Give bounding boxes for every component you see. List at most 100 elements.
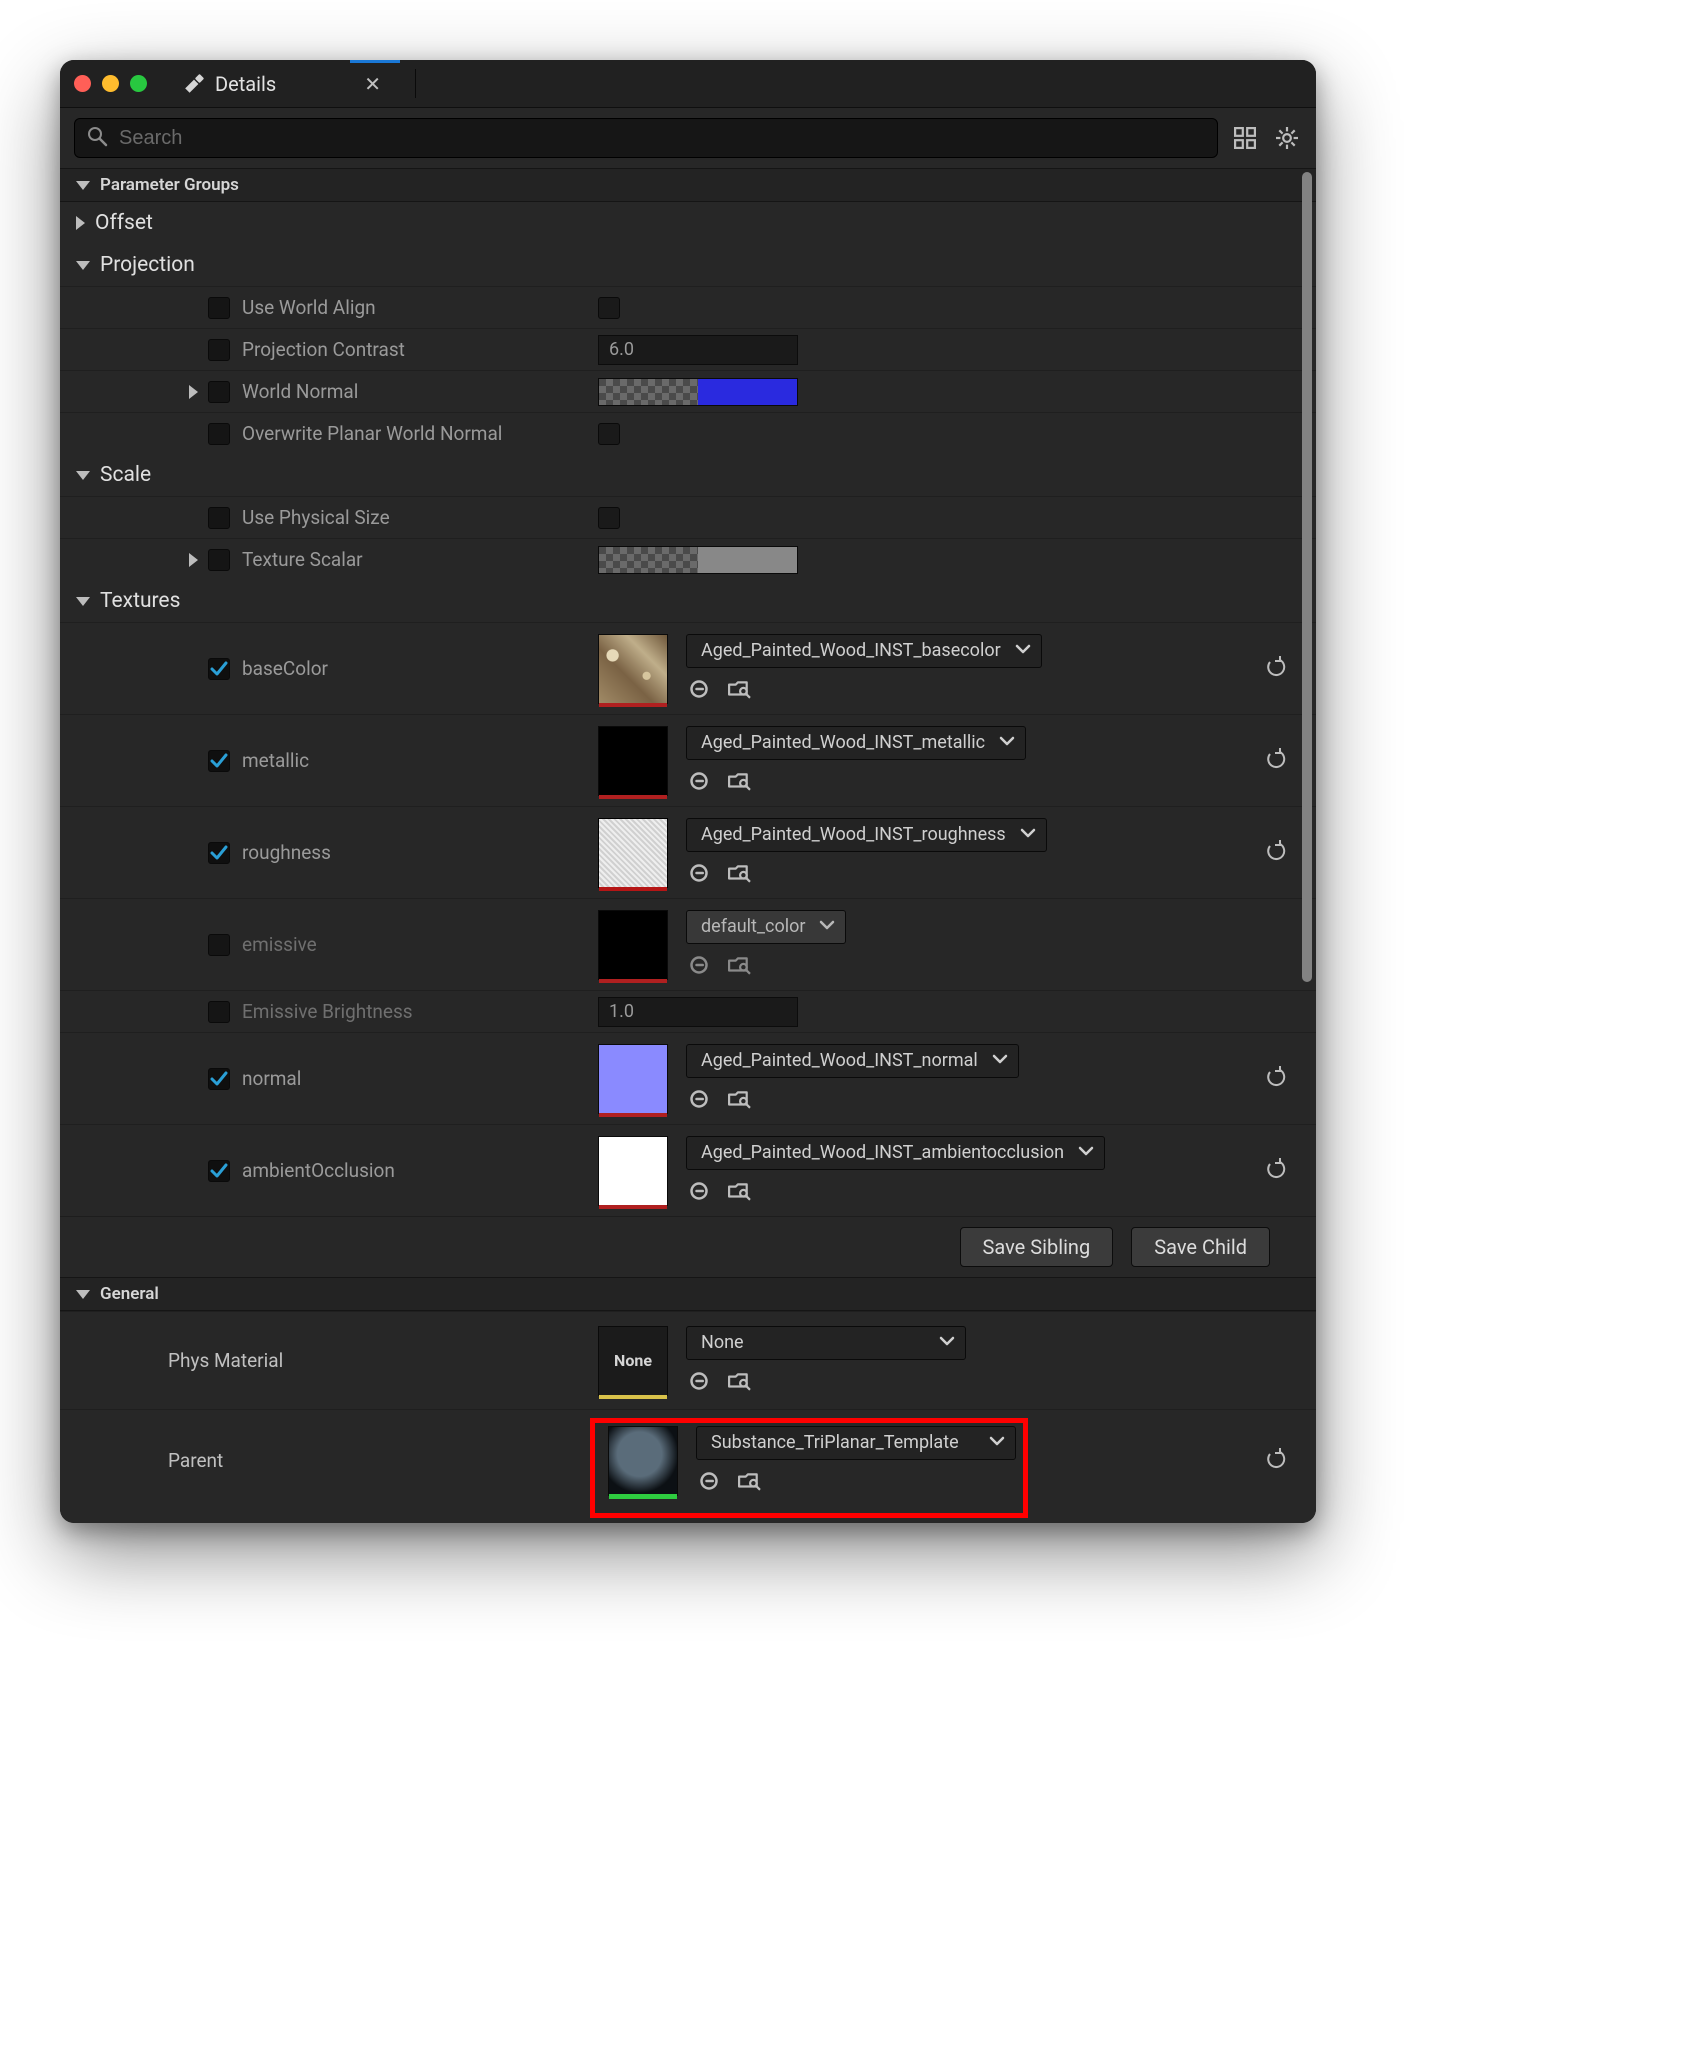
asset-thumbnail[interactable] — [608, 1426, 678, 1496]
reset-icon[interactable] — [1264, 1065, 1286, 1092]
chevron-down-icon — [939, 1332, 955, 1353]
reset-icon[interactable] — [1264, 747, 1286, 774]
override-checkbox[interactable] — [208, 658, 230, 680]
section-textures[interactable]: Textures — [60, 580, 1316, 622]
reset-icon[interactable] — [1264, 839, 1286, 866]
texture-thumbnail[interactable] — [598, 634, 668, 704]
reset-icon[interactable] — [1264, 1447, 1286, 1474]
chevron-right-icon[interactable] — [189, 553, 198, 567]
color-swatch[interactable] — [598, 546, 798, 574]
save-child-button[interactable]: Save Child — [1131, 1227, 1270, 1267]
use-asset-icon[interactable] — [686, 952, 712, 978]
search-input[interactable] — [117, 126, 1205, 151]
float-input[interactable]: 6.0 — [598, 335, 798, 365]
param-label: Parent — [168, 1449, 223, 1472]
category-parameter-groups[interactable]: Parameter Groups — [60, 168, 1316, 202]
override-checkbox[interactable] — [208, 297, 230, 319]
search-row — [60, 108, 1316, 168]
texture-thumbnail[interactable] — [598, 726, 668, 796]
param-label: ambientOcclusion — [242, 1159, 395, 1182]
search-box[interactable] — [74, 118, 1218, 158]
param-label: metallic — [242, 749, 309, 772]
row-metallic: metallic Aged_Painted_Wood_INST_metallic — [60, 714, 1316, 806]
asset-dropdown[interactable]: Aged_Painted_Wood_INST_metallic — [686, 726, 1026, 760]
browse-asset-icon[interactable] — [726, 1086, 752, 1112]
texture-thumbnail[interactable] — [598, 1136, 668, 1206]
override-checkbox[interactable] — [208, 423, 230, 445]
browse-asset-icon[interactable] — [726, 768, 752, 794]
chevron-down-icon — [1078, 1142, 1094, 1163]
asset-dropdown[interactable]: Aged_Painted_Wood_INST_roughness — [686, 818, 1047, 852]
override-checkbox[interactable] — [208, 750, 230, 772]
texture-thumbnail[interactable] — [598, 1044, 668, 1114]
window-minimize-button[interactable] — [102, 75, 119, 92]
texture-thumbnail[interactable] — [598, 910, 668, 980]
scrollbar[interactable] — [1302, 172, 1312, 982]
asset-dropdown[interactable]: Aged_Painted_Wood_INST_ambientocclusion — [686, 1136, 1105, 1170]
chevron-right-icon[interactable] — [189, 385, 198, 399]
browse-asset-icon[interactable] — [726, 860, 752, 886]
section-offset[interactable]: Offset — [60, 202, 1316, 244]
section-scale[interactable]: Scale — [60, 454, 1316, 496]
override-checkbox[interactable] — [208, 381, 230, 403]
asset-thumbnail-none[interactable]: None — [598, 1326, 668, 1396]
asset-dropdown[interactable]: None — [686, 1326, 966, 1360]
browse-asset-icon[interactable] — [726, 1178, 752, 1204]
chevron-down-icon — [989, 1432, 1005, 1453]
override-checkbox[interactable] — [208, 842, 230, 864]
settings-button[interactable] — [1272, 123, 1302, 153]
browse-asset-icon[interactable] — [726, 1368, 752, 1394]
row-normal: normal Aged_Painted_Wood_INST_normal — [60, 1032, 1316, 1124]
use-asset-icon[interactable] — [686, 768, 712, 794]
property-matrix-button[interactable] — [1230, 123, 1260, 153]
color-swatch[interactable] — [598, 378, 798, 406]
window-maximize-button[interactable] — [130, 75, 147, 92]
window-close-button[interactable] — [74, 75, 91, 92]
browse-asset-icon[interactable] — [736, 1468, 762, 1494]
tab-title: Details — [215, 72, 276, 96]
param-label: Use Physical Size — [242, 506, 390, 529]
chevron-down-icon — [1020, 824, 1036, 845]
tab-close-button[interactable]: ✕ — [364, 72, 381, 96]
float-input[interactable]: 1.0 — [598, 997, 798, 1027]
titlebar: Details ✕ — [60, 60, 1316, 108]
override-checkbox[interactable] — [208, 339, 230, 361]
browse-asset-icon[interactable] — [726, 676, 752, 702]
asset-dropdown[interactable]: Aged_Painted_Wood_INST_normal — [686, 1044, 1019, 1078]
override-checkbox[interactable] — [208, 934, 230, 956]
category-label: General — [100, 1284, 159, 1304]
use-asset-icon[interactable] — [686, 860, 712, 886]
asset-dropdown[interactable]: Aged_Painted_Wood_INST_basecolor — [686, 634, 1042, 668]
param-label: Overwrite Planar World Normal — [242, 422, 502, 445]
reset-icon[interactable] — [1264, 1157, 1286, 1184]
row-parent: Parent Substance_TriPlanar_Template — [60, 1409, 1316, 1511]
bool-value-checkbox[interactable] — [598, 507, 620, 529]
override-checkbox[interactable] — [208, 549, 230, 571]
bool-value-checkbox[interactable] — [598, 423, 620, 445]
search-icon — [87, 126, 107, 151]
tab-details[interactable]: Details ✕ — [171, 60, 393, 107]
browse-asset-icon[interactable] — [726, 952, 752, 978]
override-checkbox[interactable] — [208, 507, 230, 529]
category-general[interactable]: General — [60, 1277, 1316, 1311]
row-use-world-align: Use World Align — [60, 286, 1316, 328]
override-checkbox[interactable] — [208, 1001, 230, 1023]
override-checkbox[interactable] — [208, 1068, 230, 1090]
use-asset-icon[interactable] — [686, 1086, 712, 1112]
override-checkbox[interactable] — [208, 1160, 230, 1182]
section-projection[interactable]: Projection — [60, 244, 1316, 286]
param-label: Phys Material — [168, 1349, 283, 1372]
use-asset-icon[interactable] — [686, 1178, 712, 1204]
save-buttons-row: Save Sibling Save Child — [60, 1216, 1316, 1277]
asset-dropdown[interactable]: Substance_TriPlanar_Template — [696, 1426, 1016, 1460]
use-asset-icon[interactable] — [686, 676, 712, 702]
use-asset-icon[interactable] — [686, 1368, 712, 1394]
save-sibling-button[interactable]: Save Sibling — [960, 1227, 1114, 1267]
bool-value-checkbox[interactable] — [598, 297, 620, 319]
use-asset-icon[interactable] — [696, 1468, 722, 1494]
reset-icon[interactable] — [1264, 655, 1286, 682]
chevron-down-icon — [76, 181, 90, 190]
texture-thumbnail[interactable] — [598, 818, 668, 888]
asset-dropdown[interactable]: default_color — [686, 910, 846, 944]
row-projection-contrast: Projection Contrast 6.0 — [60, 328, 1316, 370]
